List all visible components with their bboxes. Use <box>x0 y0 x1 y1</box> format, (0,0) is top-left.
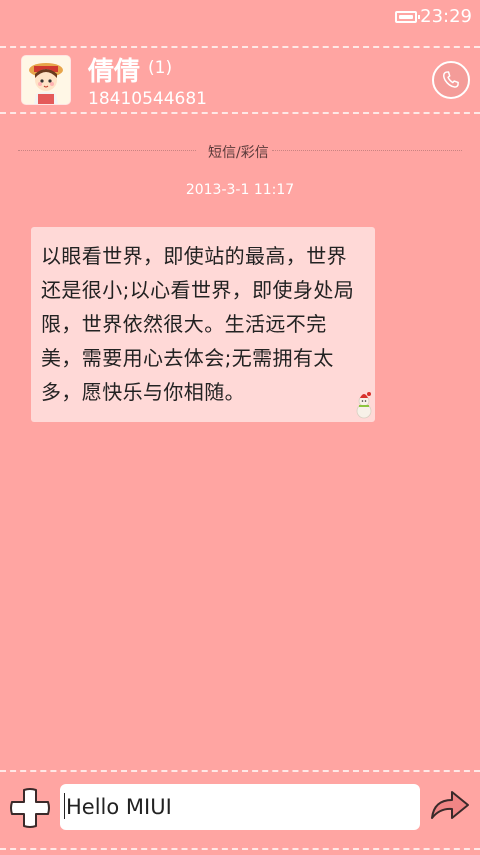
plus-icon[interactable] <box>8 786 52 830</box>
contact-avatar[interactable] <box>22 56 70 104</box>
call-button[interactable] <box>432 61 470 99</box>
divider-line-left <box>18 150 196 151</box>
avatar-image <box>22 56 70 104</box>
message-timestamp: 2013-3-1 11:17 <box>185 182 295 198</box>
phone-icon <box>443 71 459 88</box>
message-type-divider: 短信/彩信 <box>18 140 462 162</box>
message-type-label: 短信/彩信 <box>208 145 269 161</box>
bottom-divider <box>0 848 480 855</box>
contact-phone-number: 18410544681 <box>88 89 207 109</box>
status-time: 23:29 <box>420 6 472 27</box>
message-input-value: Hello MIUI <box>66 795 172 819</box>
message-bubble[interactable]: 以眼看世界，即使站的最高，世界还是很小;以心看世界，即使身处局限，世界依然很大。… <box>31 227 375 422</box>
compose-bar: Hello MIUI <box>0 772 480 853</box>
message-text: 以眼看世界，即使站的最高，世界还是很小;以心看世界，即使身处局限，世界依然很大。… <box>41 244 355 404</box>
contact-name[interactable]: 倩倩 <box>88 51 140 88</box>
divider-line-right <box>272 150 462 151</box>
text-caret <box>64 793 65 819</box>
battery-icon <box>395 11 420 23</box>
message-input[interactable]: Hello MIUI <box>60 784 420 830</box>
header-bottom-divider <box>0 112 480 114</box>
send-arrow-icon[interactable] <box>430 788 470 822</box>
conversation-header: 倩倩 (1) 18410544681 <box>0 46 480 112</box>
message-count: (1) <box>148 58 173 78</box>
snowman-icon <box>356 392 372 419</box>
status-bar: 23:29 <box>0 0 480 36</box>
